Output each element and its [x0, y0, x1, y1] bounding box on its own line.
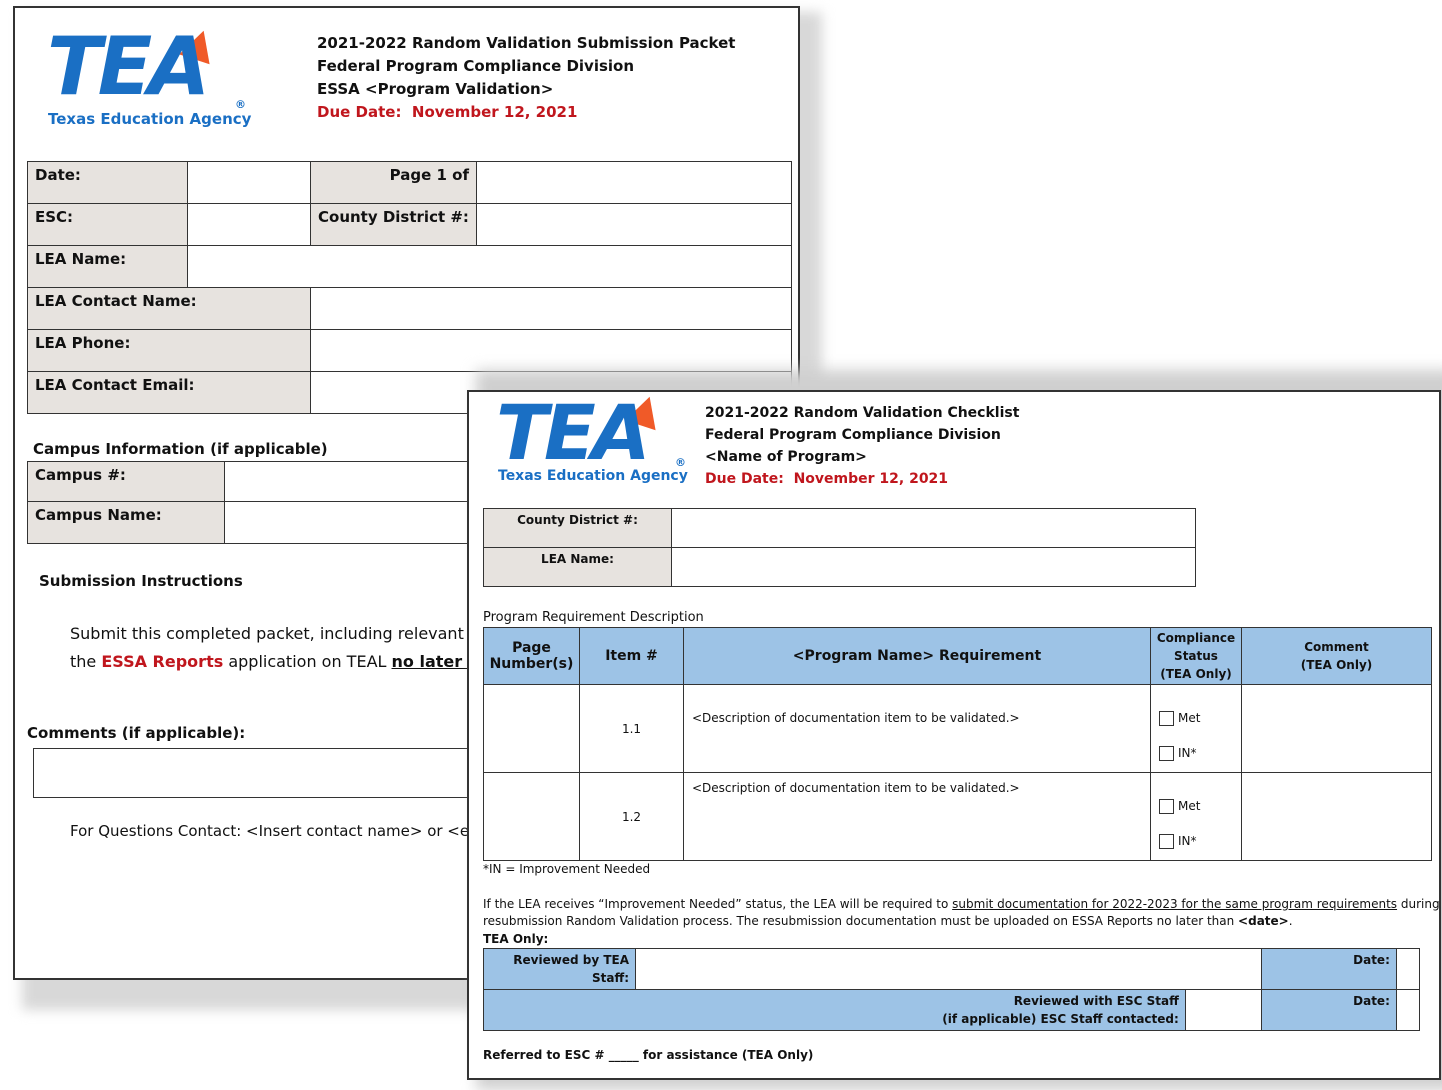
- col-comment: Comment (TEA Only): [1241, 627, 1432, 685]
- comment-cell[interactable]: [1241, 772, 1432, 861]
- page-number-cell[interactable]: [483, 684, 580, 773]
- packet-title: 2021-2022 Random Validation Submission P…: [317, 34, 736, 52]
- county-district-label: County District #:: [483, 508, 672, 548]
- checklist-header: 2021-2022 Random Validation Checklist Fe…: [705, 402, 1019, 490]
- lea-contact-name-field[interactable]: [310, 287, 792, 330]
- submission-text: Submit this completed packet, including …: [70, 620, 505, 676]
- packet-program: ESSA <Program Validation>: [317, 80, 554, 98]
- checklist-info-table: County District #: LEA Name:: [483, 508, 1196, 587]
- col-item-number: Item #: [579, 627, 684, 685]
- tea-only-label: TEA Only:: [483, 932, 549, 946]
- tea-logo: TEA: [496, 390, 651, 477]
- status-met-option[interactable]: Met: [1159, 701, 1233, 736]
- requirements-table: Page Number(s) Item # <Program Name> Req…: [483, 627, 1432, 861]
- reviewed-by-tea-label: Reviewed by TEA Staff:: [483, 948, 636, 990]
- comments-heading: Comments (if applicable):: [27, 724, 246, 742]
- checklist-program: <Name of Program>: [705, 449, 867, 465]
- reviewed-with-esc-label: Reviewed with ESC Staff (if applicable) E…: [483, 989, 1186, 1031]
- county-district-field[interactable]: [671, 508, 1196, 548]
- lea-name-label: LEA Name:: [27, 245, 188, 288]
- lea-name-field[interactable]: [187, 245, 792, 288]
- county-district-field[interactable]: [476, 203, 792, 246]
- date-label: Date:: [1260, 989, 1397, 1031]
- checklist-title: 2021-2022 Random Validation Checklist: [705, 405, 1020, 421]
- status-met-option[interactable]: Met: [1159, 789, 1233, 824]
- checkbox-icon[interactable]: [1159, 711, 1174, 726]
- status-in-option[interactable]: IN*: [1159, 736, 1233, 771]
- esc-field[interactable]: [187, 203, 311, 246]
- checklist-page: TEA ® Texas Education Agency 2021-2022 R…: [467, 390, 1441, 1080]
- checklist-due-date: Due Date: November 12, 2021: [705, 471, 949, 487]
- col-requirement: <Program Name> Requirement: [683, 627, 1151, 685]
- packet-division: Federal Program Compliance Division: [317, 57, 635, 75]
- referred-line: Referred to ESC # _____ for assistance (…: [483, 1048, 814, 1062]
- table-row: 1.2 <Description of documentation item t…: [483, 772, 1432, 861]
- section-label: Program Requirement Description: [483, 610, 704, 625]
- requirement-description: <Description of documentation item to be…: [683, 772, 1151, 861]
- review-table: Reviewed by TEA Staff: Date: Reviewed wit…: [483, 948, 1421, 1031]
- status-cell: Met IN*: [1150, 684, 1242, 773]
- checkbox-icon[interactable]: [1159, 746, 1174, 761]
- submission-line-1: Submit this completed packet, including …: [70, 624, 480, 643]
- date-field[interactable]: [187, 161, 311, 204]
- reviewed-by-tea-field[interactable]: [635, 948, 1262, 990]
- requirement-description: <Description of documentation item to be…: [683, 684, 1151, 773]
- comment-cell[interactable]: [1241, 684, 1432, 773]
- status-cell: Met IN*: [1150, 772, 1242, 861]
- campus-name-label: Campus Name:: [27, 501, 225, 544]
- lea-contact-name-label: LEA Contact Name:: [27, 287, 311, 330]
- tea-logo: TEA: [47, 20, 210, 113]
- esc-label: ESC:: [27, 203, 188, 246]
- lea-contact-email-label: LEA Contact Email:: [27, 371, 311, 414]
- lea-name-field[interactable]: [671, 547, 1196, 587]
- packet-header: 2021-2022 Random Validation Submission P…: [317, 32, 735, 124]
- packet-due-date: Due Date: November 12, 2021: [317, 103, 578, 121]
- item-number-cell: 1.2: [579, 772, 684, 861]
- esc-staff-field[interactable]: [1184, 989, 1262, 1031]
- submission-heading: Submission Instructions: [39, 572, 243, 590]
- lea-phone-label: LEA Phone:: [27, 329, 311, 372]
- date-label: Date:: [1260, 948, 1397, 990]
- checkbox-icon[interactable]: [1159, 799, 1174, 814]
- esc-date-field[interactable]: [1395, 989, 1421, 1031]
- county-district-label: County District #:: [310, 203, 477, 246]
- page-label: Page 1 of: [310, 161, 477, 204]
- logo-subtitle: Texas Education Agency: [498, 468, 688, 484]
- contact-line: For Questions Contact: <Insert contact n…: [70, 822, 470, 840]
- lea-name-label: LEA Name:: [483, 547, 672, 587]
- col-compliance-status: Compliance Status (TEA Only): [1150, 627, 1242, 685]
- submission-line-2: the ESSA Reports application on TEAL no …: [70, 652, 506, 671]
- campus-number-label: Campus #:: [27, 461, 225, 502]
- status-in-option[interactable]: IN*: [1159, 824, 1233, 859]
- review-date-field[interactable]: [1395, 948, 1421, 990]
- table-row: 1.1 <Description of documentation item t…: [483, 684, 1432, 773]
- improvement-paragraph: If the LEA receives “Improvement Needed”…: [483, 897, 1440, 928]
- lea-phone-field[interactable]: [310, 329, 792, 372]
- checkbox-icon[interactable]: [1159, 834, 1174, 849]
- logo-subtitle: Texas Education Agency: [48, 110, 252, 128]
- date-label: Date:: [27, 161, 188, 204]
- page-number-cell[interactable]: [483, 772, 580, 861]
- page-field[interactable]: [476, 161, 792, 204]
- campus-info-heading: Campus Information (if applicable): [33, 440, 328, 458]
- col-page-numbers: Page Number(s): [483, 627, 580, 685]
- footnote: *IN = Improvement Needed: [483, 862, 651, 876]
- checklist-division: Federal Program Compliance Division: [705, 427, 1001, 443]
- item-number-cell: 1.1: [579, 684, 684, 773]
